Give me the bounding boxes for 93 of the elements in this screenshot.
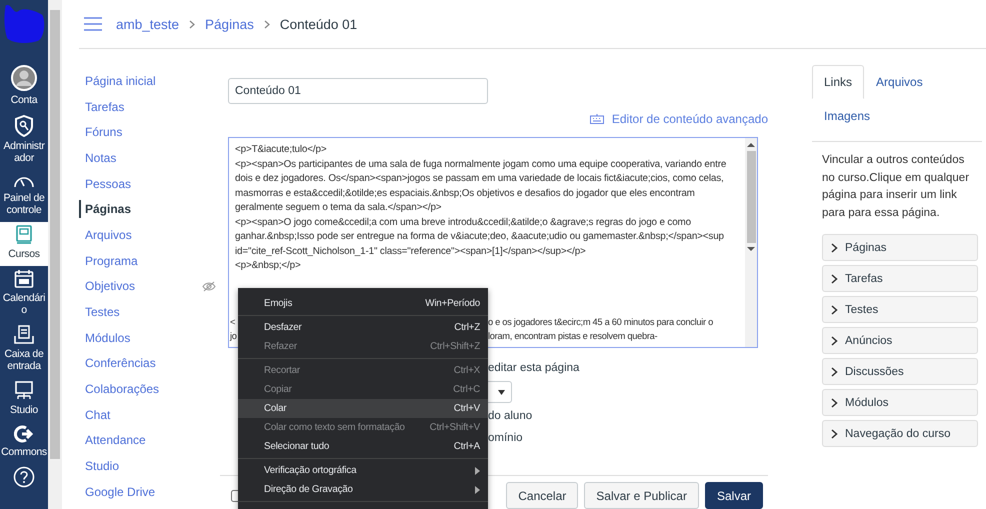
global-nav-label: Caixa de entrada — [3, 348, 45, 373]
course-nav-link[interactable]: Studio — [79, 457, 120, 476]
avatar-icon — [11, 65, 37, 91]
course-nav-link[interactable]: Fóruns — [79, 123, 122, 142]
accordion-header[interactable]: Páginas — [822, 234, 978, 261]
action-button[interactable]: Salvar e Publicar — [584, 482, 699, 509]
global-nav-label: Cursos — [7, 248, 41, 261]
course-nav-link[interactable]: Páginas — [79, 200, 132, 218]
course-nav-link[interactable]: Google Drive — [79, 482, 156, 501]
scrollbar[interactable] — [48, 0, 62, 509]
global-nav-item[interactable]: Commons — [0, 422, 48, 464]
tab[interactable]: Arquivos — [864, 65, 935, 99]
global-nav-item[interactable]: Studio — [0, 378, 48, 422]
global-nav-label: Studio — [9, 404, 39, 417]
course-nav-link[interactable]: Conferências — [79, 354, 156, 372]
global-nav-item[interactable]: Painel de controle — [0, 170, 48, 222]
course-nav-link[interactable]: Colaborações — [79, 380, 160, 398]
dropdown-caret-icon — [498, 390, 505, 394]
global-nav-item[interactable]: Administrador — [0, 112, 48, 170]
course-nav-link[interactable]: Módulos — [79, 328, 130, 347]
menu-item[interactable]: Selecionar tudo Ctrl+A — [238, 437, 488, 456]
save-button[interactable]: Salvar — [704, 482, 763, 509]
course-nav-link[interactable]: Objetivos — [79, 277, 136, 296]
option-label: do aluno — [488, 409, 532, 424]
course-nav-link[interactable]: Arquivos — [79, 226, 132, 244]
scrollbar[interactable] — [745, 138, 757, 347]
course-nav-link[interactable]: Tarefas — [79, 98, 124, 116]
global-nav-item[interactable]: Cursos — [0, 222, 48, 266]
global-nav-label: Calendário — [2, 292, 46, 317]
inbox-icon — [14, 324, 34, 345]
code-line: jo — [230, 330, 237, 343]
global-nav-label: Conta — [10, 94, 39, 107]
menu-item[interactable]: Direção de Gravação — [238, 480, 488, 499]
tab[interactable]: Imagens — [812, 99, 882, 133]
chevron-icon — [264, 20, 270, 28]
help-icon — [13, 466, 35, 488]
arrow-up-icon[interactable] — [747, 142, 755, 148]
chevron-icon — [831, 304, 838, 314]
global-nav-item[interactable]: Conta — [0, 62, 48, 112]
code-line: <p>&nbsp;</p> — [235, 259, 302, 273]
chevron-icon — [831, 274, 838, 284]
chevron-icon — [831, 428, 838, 438]
course-nav-link[interactable]: Testes — [79, 303, 120, 322]
keyboard-icon — [590, 114, 604, 124]
chevron-icon — [831, 242, 838, 252]
arrow-down-icon[interactable] — [747, 246, 755, 252]
course-nav-link[interactable]: Pessoas — [79, 174, 132, 193]
menu-item[interactable]: Emojis Win+Período — [238, 294, 488, 313]
tab[interactable]: Links — [812, 65, 864, 99]
menu-icon[interactable] — [84, 17, 102, 31]
chevron-icon — [831, 336, 838, 346]
code-line: <p><span>Os participantes de uma sala de fuga normalmente jogam como uma equipe cooperativa, variando entre dois e dez jogadores. Os</span><span>jogos se passam em uma variedade de locais fict&iacute;cios, como celas, masmorras e esta&ccedil;&otilde;es espaciais.&nbsp;Os objetivos e desafios do jogador que eles encontram geralmente seguem o tema da sala.</span></p> — [235, 158, 728, 215]
menu-item[interactable]: Desfazer Ctrl+Z — [238, 318, 488, 337]
course-nav-link[interactable]: Chat — [79, 406, 110, 424]
accordion-header[interactable]: Módulos — [822, 389, 978, 416]
code-line: < — [230, 316, 236, 328]
accordion-header[interactable]: Testes — [822, 296, 978, 323]
accordion-header[interactable]: Discussões — [822, 358, 978, 385]
shield-icon — [14, 114, 34, 137]
chevron-icon — [189, 20, 196, 28]
chevron-icon — [831, 366, 838, 376]
course-nav-link[interactable]: Programa — [79, 252, 138, 270]
advanced-editor-link[interactable]: Editor de conteúdo avançado — [590, 112, 768, 126]
breadcrumb-link[interactable]: amb_teste — [116, 16, 180, 32]
course-nav-link[interactable]: Página inicial — [79, 72, 156, 90]
accordion-header[interactable]: Anúncios — [822, 327, 978, 354]
option-label: omínio — [488, 431, 523, 446]
code-line: <p><span>O jogo come&ccedil;a com uma breve introdu&ccedil;&atilde;o &agrave;s regras do jogo e como ganhar.&nbsp;Isso pode ser entregue na forma de v&iacute;deo, &aacute;udio ou gamemaster.&nbsp;</span><sup id="cite_ref-Scott_Nicholson_1-1" class="reference"><span>[1]</span></sup></p> — [235, 216, 725, 258]
course-nav-link[interactable]: Attendance — [79, 431, 146, 450]
breadcrumb-link[interactable]: Páginas — [205, 16, 254, 32]
book-icon — [15, 224, 33, 245]
title-field[interactable]: Conteúdo 01 — [228, 78, 488, 104]
option-label: editar esta página — [488, 361, 580, 376]
global-nav-item[interactable]: Calendário — [0, 266, 48, 322]
scribble-drawing — [2, 2, 46, 46]
global-nav-item[interactable]: Caixa de entrada — [0, 322, 48, 378]
description-text: Vincular a outros conteúdos no curso.Clique em qualquer página para inserir um link para para essa página. — [822, 153, 970, 220]
calendar-icon — [14, 268, 34, 289]
code-line: <p>T&iacute;tulo</p> — [235, 143, 328, 157]
menu-item[interactable]: Colar Ctrl+V — [238, 399, 488, 418]
monitor-icon — [14, 380, 34, 401]
action-button[interactable]: Cancelar — [506, 482, 578, 509]
accordion-header[interactable]: Tarefas — [822, 265, 978, 292]
exit-arrow-icon — [14, 424, 34, 443]
menu-item[interactable]: Verificação ortográfica — [238, 461, 488, 480]
global-nav-label: Painel de controle — [2, 192, 46, 217]
accordion-header[interactable]: Navegação do curso — [822, 420, 978, 447]
global-nav-label: Commons — [1, 446, 47, 458]
chevron-icon — [831, 398, 838, 408]
code-line: loram, encontram pistas e resolvem quebra- — [488, 330, 658, 343]
course-nav-link[interactable]: Notas — [79, 148, 116, 167]
global-nav-label: Administrador — [2, 140, 46, 165]
code-line: o e os jogadores t&ecirc;m 45 a 60 minutos para concluir o — [488, 316, 713, 329]
